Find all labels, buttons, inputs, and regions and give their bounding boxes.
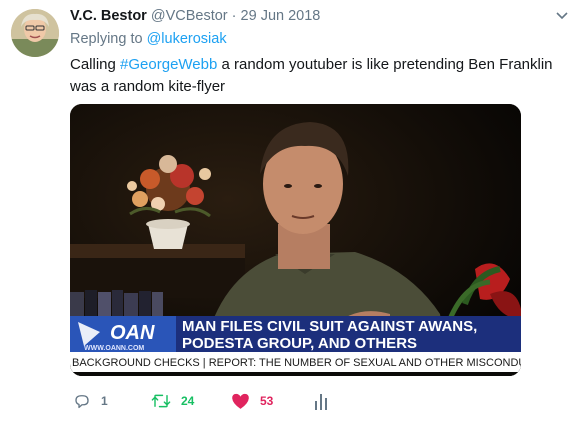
- tweet-text: Calling #GeorgeWebb a random youtuber is…: [70, 54, 574, 98]
- chevron-down-icon[interactable]: [556, 12, 568, 20]
- like-count: 53: [260, 394, 274, 408]
- video-thumbnail[interactable]: OAN WWW.OANN.COM MAN FILES CIVIL SUIT AG…: [70, 104, 521, 376]
- tweet-text-before: Calling: [70, 56, 121, 73]
- author-name[interactable]: V.C. Bestor: [70, 8, 147, 24]
- reply-prefix: Replying to: [70, 31, 143, 47]
- reply-context: Replying to @lukerosiak: [70, 31, 227, 47]
- retweet-button[interactable]: 24: [151, 389, 194, 413]
- separator-dot: ·: [231, 8, 237, 24]
- reply-count: 1: [101, 394, 108, 408]
- tweet-actions: 1 24 53: [70, 389, 370, 413]
- retweet-count: 24: [181, 394, 195, 408]
- author-handle[interactable]: @VCBestor: [151, 8, 228, 24]
- analytics-button[interactable]: [314, 389, 328, 413]
- analytics-icon: [315, 394, 327, 410]
- like-button[interactable]: 53: [231, 389, 273, 413]
- tweet-header: V.C. Bestor @VCBestor · 29 Jun 2018: [70, 8, 320, 24]
- tweet-date[interactable]: 29 Jun 2018: [241, 8, 321, 24]
- reply-button[interactable]: 1: [73, 389, 108, 413]
- news-ticker: BACKGROUND CHECKS | REPORT: THE NUMBER O…: [72, 357, 521, 369]
- retweet-icon: [151, 394, 171, 408]
- reply-to-link[interactable]: @lukerosiak: [147, 31, 227, 47]
- avatar[interactable]: [11, 9, 59, 57]
- headline-line1: MAN FILES CIVIL SUIT AGAINST AWANS,: [182, 318, 477, 335]
- network-url: WWW.OANN.COM: [84, 345, 144, 352]
- hashtag-link[interactable]: #GeorgeWebb: [120, 56, 217, 73]
- reply-icon: [75, 395, 89, 409]
- network-logo: OAN: [110, 322, 155, 344]
- headline-line2: PODESTA GROUP, AND OTHERS: [182, 335, 417, 352]
- heart-icon: [232, 393, 249, 409]
